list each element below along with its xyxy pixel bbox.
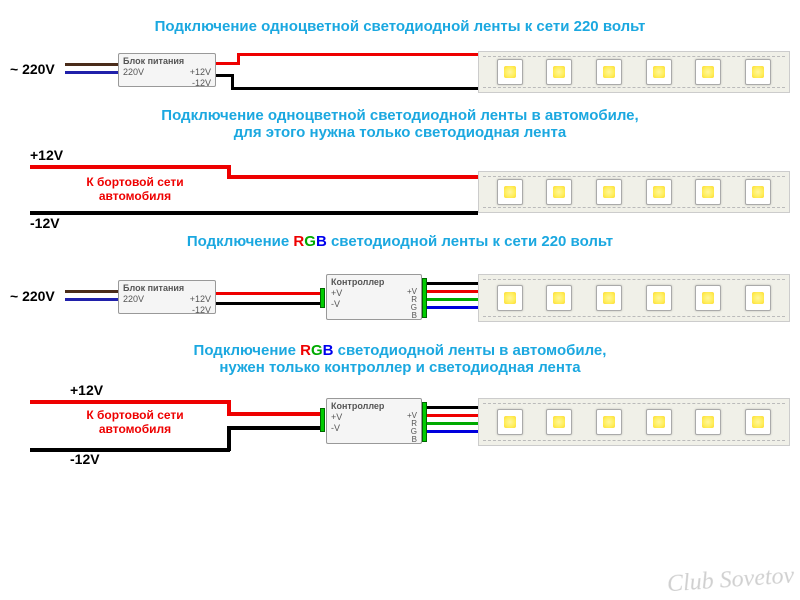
ctrl-in-minus: -V <box>331 423 342 434</box>
psu-in: 220V <box>123 294 144 305</box>
ctrl-title: Контроллер <box>331 401 417 412</box>
title-3: Подключение RGB светодиодной ленты к сет… <box>10 233 790 250</box>
led-chip <box>695 409 721 435</box>
controller-box: Контроллер +V -V +V R G B <box>326 274 422 320</box>
psu-title: Блок питания <box>123 56 211 67</box>
led-chip <box>695 179 721 205</box>
led-chip <box>596 285 622 311</box>
ctrl-title: Контроллер <box>331 277 417 288</box>
led-chip <box>596 179 622 205</box>
ctrl-out-b: B <box>407 436 417 444</box>
psu-out-minus: -12V <box>190 305 211 316</box>
ctrl-in-plus: +V <box>331 412 342 423</box>
led-chip <box>497 59 523 85</box>
connector-icon <box>320 408 325 432</box>
led-chip <box>745 285 771 311</box>
psu-box: Блок питания 220V +12V -12V <box>118 280 216 314</box>
title-1: Подключение одноцветной светодиодной лен… <box>10 18 790 35</box>
led-strip-3 <box>478 274 790 322</box>
ctrl-out-b: B <box>407 312 417 320</box>
psu-out-plus: +12V <box>190 294 211 305</box>
led-chip <box>497 409 523 435</box>
title-2: Подключение одноцветной светодиодной лен… <box>10 107 790 141</box>
controller-box: Контроллер +V -V +V R G B <box>326 398 422 444</box>
led-chip <box>546 179 572 205</box>
led-strip-2 <box>478 171 790 213</box>
led-chip <box>546 285 572 311</box>
mains-label: ~ 220V <box>10 288 55 304</box>
onboard-label: К бортовой сети автомобиля <box>65 408 205 436</box>
watermark: Club Sovetov <box>666 563 795 599</box>
diagram-1: ~ 220V Блок питания 220V +12V -12V <box>10 47 790 99</box>
diagram-4: +12V К бортовой сети автомобиля -12V Кон… <box>10 388 790 460</box>
onboard-label: К бортовой сети автомобиля <box>65 175 205 203</box>
title-4: Подключение RGB светодиодной ленты в авт… <box>10 342 790 376</box>
led-chip <box>546 59 572 85</box>
diagram-2: +12V К бортовой сети автомобиля -12V <box>10 153 790 225</box>
plus12-label: +12V <box>30 147 63 163</box>
led-chip <box>497 179 523 205</box>
led-chip <box>596 409 622 435</box>
led-chip <box>646 59 672 85</box>
psu-out-minus: -12V <box>190 78 211 89</box>
connector-icon <box>320 288 325 308</box>
led-chip <box>695 59 721 85</box>
diagram-3: ~ 220V Блок питания 220V +12V -12V Контр… <box>10 262 790 334</box>
led-strip-1 <box>478 51 790 93</box>
minus12-label: -12V <box>30 215 60 231</box>
led-chip <box>745 179 771 205</box>
led-chip <box>745 59 771 85</box>
psu-in: 220V <box>123 67 144 78</box>
led-chip <box>596 59 622 85</box>
led-chip <box>646 179 672 205</box>
mains-label: ~ 220V <box>10 61 55 77</box>
led-chip <box>745 409 771 435</box>
led-chip <box>646 409 672 435</box>
psu-box: Блок питания 220V +12V -12V <box>118 53 216 87</box>
led-chip <box>546 409 572 435</box>
psu-title: Блок питания <box>123 283 211 294</box>
led-strip-4 <box>478 398 790 446</box>
led-chip <box>497 285 523 311</box>
led-chip <box>646 285 672 311</box>
minus12-label: -12V <box>70 451 100 467</box>
led-chip <box>695 285 721 311</box>
ctrl-in-minus: -V <box>331 299 342 310</box>
psu-out-plus: +12V <box>190 67 211 78</box>
plus12-label: +12V <box>70 382 103 398</box>
ctrl-in-plus: +V <box>331 288 342 299</box>
